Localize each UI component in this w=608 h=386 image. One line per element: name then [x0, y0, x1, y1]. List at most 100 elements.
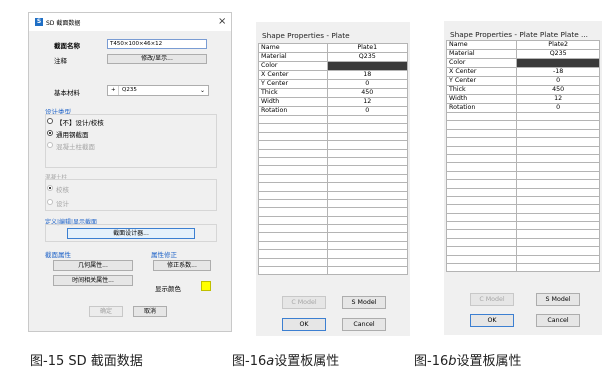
grid-row: Material Q235 [445, 49, 600, 59]
base-material-label: 基本材料 [54, 89, 80, 97]
c-model-button[interactable]: C Model [470, 293, 514, 306]
empty-cell [326, 156, 409, 167]
ok-button[interactable]: 确定 [89, 306, 123, 317]
grid-row [258, 249, 409, 259]
chevron-down-icon: ⌄ [199, 87, 205, 94]
property-modifiers-label: 属性修正 [151, 251, 177, 259]
empty-cell [258, 240, 328, 251]
property-value-cell[interactable]: 0 [516, 103, 600, 113]
general-steel-label: 通用钢截面 [56, 131, 89, 139]
property-value-cell[interactable]: Q235 [516, 49, 600, 59]
grid-row [258, 140, 409, 150]
empty-cell [326, 240, 409, 251]
cancel-button[interactable]: 取消 [133, 306, 167, 317]
property-value-cell[interactable]: 12 [516, 94, 600, 104]
property-value-cell[interactable]: 0 [326, 106, 409, 116]
grid-row [258, 123, 409, 133]
empty-cell [516, 162, 600, 172]
empty-cell [516, 254, 600, 265]
s-model-button[interactable]: S Model [536, 293, 580, 306]
grid-row [445, 195, 600, 206]
s-model-button[interactable]: S Model [342, 296, 386, 309]
radio-no-design[interactable] [47, 118, 53, 124]
radio-check[interactable] [47, 185, 53, 191]
modifiers-button[interactable]: 修正系数... [153, 260, 211, 271]
modify-show-note-button[interactable]: 修改/显示... [107, 54, 207, 64]
property-name-cell: Color [445, 58, 518, 68]
empty-cell [445, 263, 518, 273]
empty-cell [258, 207, 328, 217]
sd-app-icon: S [35, 18, 43, 26]
grid-row [445, 263, 600, 273]
grid-row [445, 111, 600, 122]
property-value-cell[interactable]: 450 [326, 88, 409, 98]
radio-general-steel[interactable] [47, 130, 53, 136]
grid-row: Rotation 0 [445, 103, 600, 113]
property-name-cell: Thick [445, 85, 518, 95]
select-divider [118, 86, 119, 95]
property-value-cell[interactable]: 18 [326, 70, 409, 80]
property-value-cell[interactable]: Plate2 [516, 40, 600, 50]
empty-cell [516, 204, 600, 214]
empty-cell [326, 140, 409, 150]
property-value-cell[interactable]: 450 [516, 85, 600, 95]
grid-row: Width 12 [445, 94, 600, 104]
grid-row: Y Center 0 [258, 79, 409, 89]
empty-cell [516, 128, 600, 139]
base-material-select[interactable]: + Q235 ⌄ [107, 85, 209, 96]
close-icon[interactable]: × [218, 16, 226, 27]
grid-row [445, 145, 600, 155]
grid-row [258, 156, 409, 167]
property-value-cell[interactable]: -18 [516, 67, 600, 77]
empty-cell [326, 131, 409, 142]
display-color-swatch[interactable] [201, 281, 211, 291]
empty-cell [258, 114, 328, 125]
dialog-title: Shape Properties - Plate [262, 31, 350, 40]
property-name-cell: Rotation [258, 106, 328, 116]
color-value-cell[interactable] [326, 61, 409, 71]
property-name-cell: Name [258, 43, 328, 53]
property-value-cell[interactable]: 0 [326, 79, 409, 89]
grid-row [445, 128, 600, 139]
grid-row [445, 120, 600, 130]
dialog-title: Shape Properties - Plate Plate Plate ... [450, 30, 588, 39]
empty-cell [326, 257, 409, 268]
empty-cell [326, 266, 409, 276]
add-material-icon[interactable]: + [111, 86, 116, 95]
empty-cell [258, 173, 328, 184]
section-properties-label: 截面属性 [45, 251, 71, 259]
section-name-input[interactable]: T450×100×46×12 [107, 39, 207, 49]
time-dependent-properties-button[interactable]: 时间相关属性... [53, 275, 133, 286]
empty-cell [258, 182, 328, 192]
shape-properties-dialog-a: Shape Properties - Plate Name Plate1 Mater… [256, 22, 410, 336]
property-name-cell: X Center [258, 70, 328, 80]
grid-row [258, 207, 409, 217]
properties-grid: Name Plate1 Material Q235 Color X Center 18 Y C… [258, 43, 409, 276]
grid-row [258, 190, 409, 200]
caption-prefix: 图-16 [414, 354, 449, 369]
property-value-cell[interactable]: Q235 [326, 52, 409, 62]
geometry-properties-button[interactable]: 几何属性... [53, 260, 133, 271]
property-value-cell[interactable]: Plate1 [326, 43, 409, 53]
c-model-button[interactable]: C Model [282, 296, 326, 309]
grid-row [258, 224, 409, 234]
radio-design[interactable] [47, 199, 53, 205]
ok-button[interactable]: OK [282, 318, 326, 331]
empty-cell [445, 153, 518, 164]
grid-row: Name Plate1 [258, 43, 409, 53]
section-designer-button[interactable]: 截面设计器... [67, 228, 195, 239]
property-value-cell[interactable]: 12 [326, 97, 409, 107]
empty-cell [258, 140, 328, 150]
empty-cell [516, 221, 600, 231]
grid-row [445, 229, 600, 239]
empty-cell [445, 229, 518, 239]
radio-concrete-column[interactable] [47, 142, 53, 148]
empty-cell [445, 204, 518, 214]
ok-button[interactable]: OK [470, 314, 514, 327]
concrete-column-label: 混凝土柱截面 [56, 143, 95, 151]
property-value-cell[interactable]: 0 [516, 76, 600, 86]
cancel-button[interactable]: Cancel [536, 314, 580, 327]
cancel-button[interactable]: Cancel [342, 318, 386, 331]
property-name-cell: Width [258, 97, 328, 107]
color-value-cell[interactable] [516, 58, 600, 68]
